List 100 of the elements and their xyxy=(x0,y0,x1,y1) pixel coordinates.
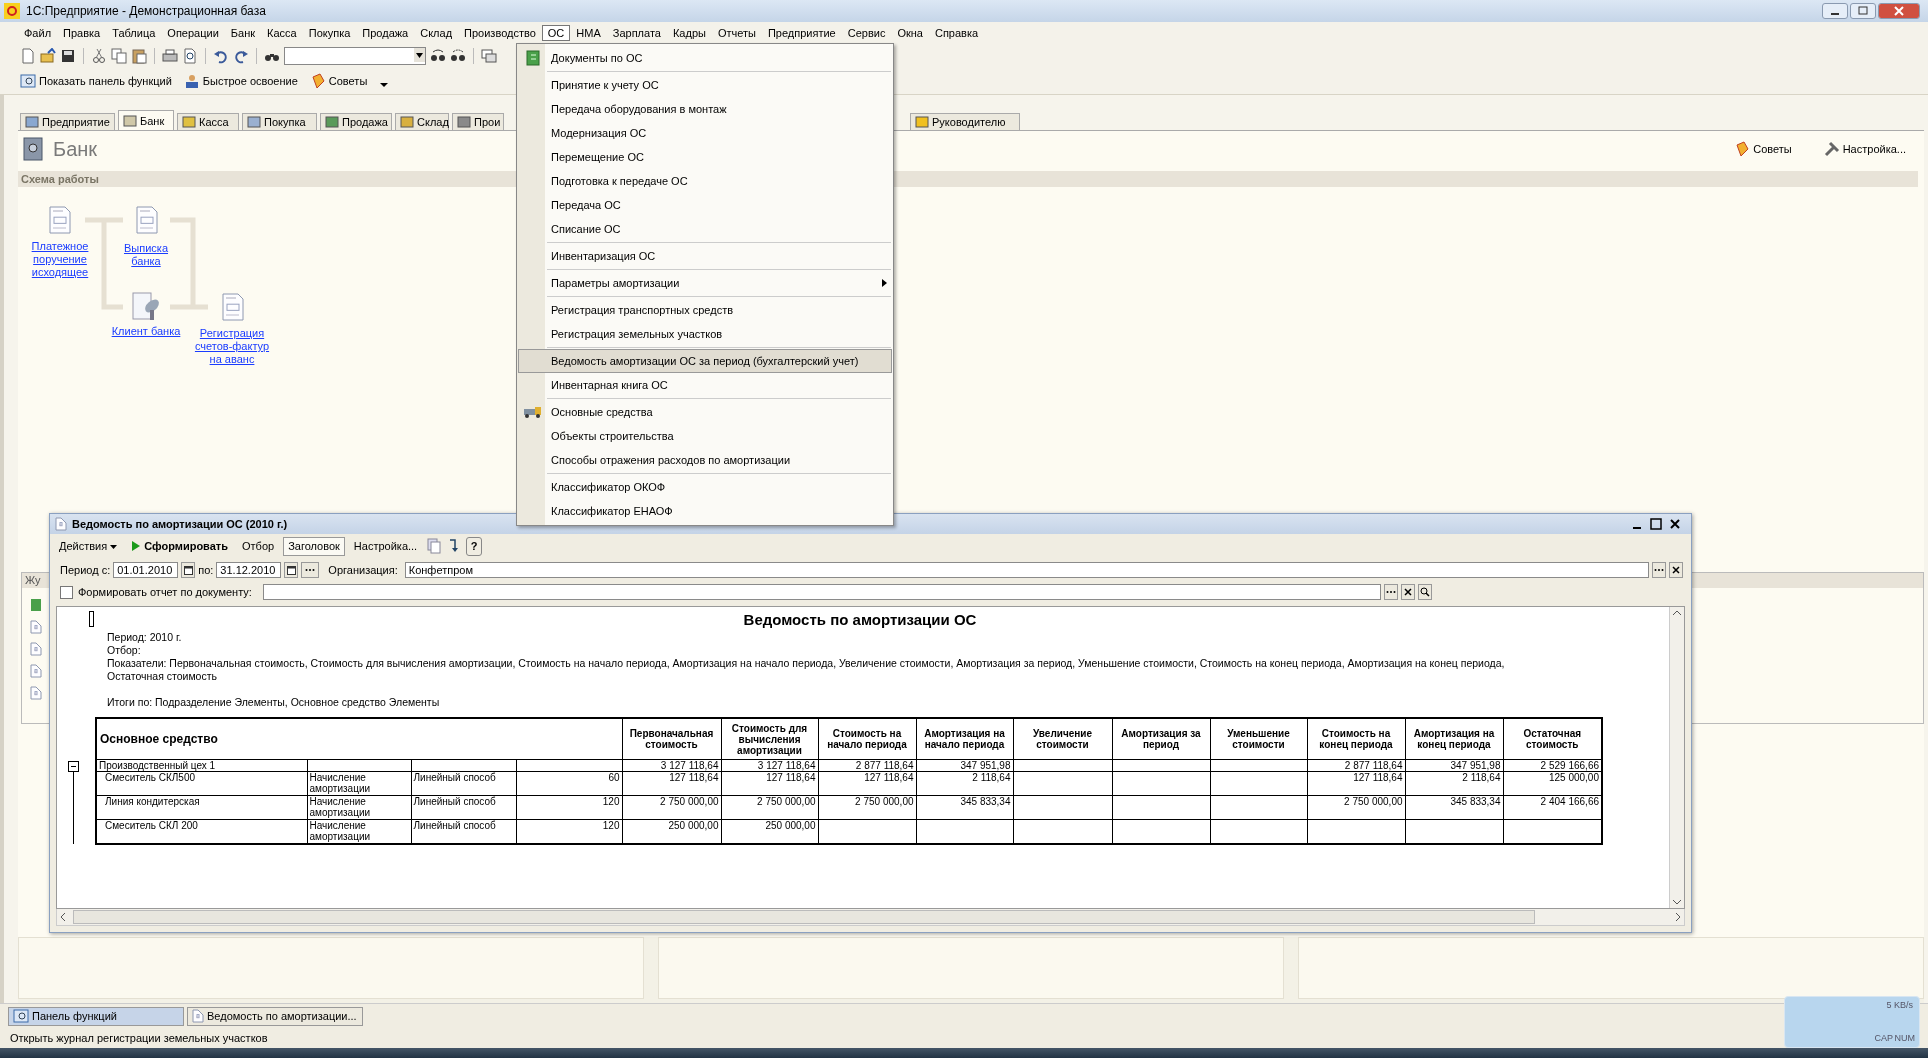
menu-item[interactable]: Передача оборудования в монтаж xyxy=(518,97,892,121)
menu-item[interactable]: Регистрация транспортных средств xyxy=(518,298,892,322)
menu-item[interactable]: Ведомость амортизации ОС за период (бухгалтерский учет) xyxy=(518,349,892,373)
redo-icon[interactable] xyxy=(233,48,249,64)
find-previous-icon[interactable] xyxy=(450,48,466,64)
tab[interactable]: Касса xyxy=(177,113,239,130)
ellipsis-icon[interactable] xyxy=(301,562,320,578)
tab[interactable]: Прои xyxy=(452,113,504,130)
scrollbar-thumb[interactable] xyxy=(73,910,1535,924)
date-field[interactable]: 01.01.2010 xyxy=(113,562,179,578)
collapse-icon[interactable] xyxy=(68,760,79,772)
menu-item[interactable]: Справка xyxy=(928,25,985,41)
maximize-icon[interactable] xyxy=(1649,517,1663,531)
tab[interactable]: Продажа xyxy=(320,113,392,130)
undo-icon[interactable] xyxy=(213,48,229,64)
paste-icon[interactable] xyxy=(131,48,147,64)
tips-icon[interactable] xyxy=(1734,141,1751,157)
menu-item[interactable]: Перемещение ОС xyxy=(518,145,892,169)
menu-item[interactable]: Инвентарная книга ОС xyxy=(518,373,892,397)
date-field[interactable]: 31.12.2010 xyxy=(216,562,282,578)
menu-item[interactable]: Окна xyxy=(891,25,929,41)
menu-item[interactable]: Отчеты xyxy=(711,25,762,41)
tab[interactable]: Склад xyxy=(395,113,449,130)
toolbar-button[interactable]: Заголовок xyxy=(283,536,345,556)
panel-icon[interactable] xyxy=(20,73,36,89)
window-tab[interactable]: Ведомость по амортизации... xyxy=(187,1006,363,1026)
action-link[interactable]: Советы xyxy=(1728,140,1798,158)
menu-item[interactable]: Классификатор ОКОФ xyxy=(518,475,892,499)
toolbar-button[interactable]: Показать панель функций xyxy=(20,73,172,89)
scheme-link[interactable]: Регистрация счетов-фактур на аванс xyxy=(192,327,272,366)
scheme-link[interactable]: Выписка банка xyxy=(116,242,176,268)
clear-icon[interactable] xyxy=(1668,562,1683,578)
toolbar-button[interactable]: ? xyxy=(466,536,483,556)
tips-icon[interactable] xyxy=(309,73,326,89)
document-icon[interactable] xyxy=(30,664,42,678)
search-icon[interactable] xyxy=(1417,584,1432,600)
save-icon[interactable] xyxy=(60,48,76,64)
toolbar-button[interactable]: Действия xyxy=(54,536,123,556)
toolbar-button[interactable]: Быстрое освоение xyxy=(183,73,298,89)
document-icon[interactable] xyxy=(30,686,42,700)
menu-item[interactable]: Передача ОС xyxy=(518,193,892,217)
ellipsis-icon[interactable] xyxy=(1383,584,1398,600)
clear-icon[interactable] xyxy=(1400,584,1415,600)
menu-item[interactable]: Кадры xyxy=(666,25,712,41)
menu-item[interactable]: Склад xyxy=(414,25,459,41)
menu-item[interactable]: Производство xyxy=(458,25,542,41)
scheme-link[interactable]: Платежное поручение исходящее xyxy=(25,240,95,279)
journal-icon[interactable] xyxy=(30,598,42,612)
checkbox[interactable] xyxy=(60,585,73,599)
toolbar-button[interactable]: Советы xyxy=(309,73,368,89)
menu-item[interactable]: Объекты строительства xyxy=(518,424,892,448)
menu-item[interactable]: Способы отражения расходов по амортизации xyxy=(518,448,892,472)
action-link[interactable]: Настройка... xyxy=(1817,140,1912,158)
menu-item[interactable]: ОС xyxy=(541,25,571,41)
close-icon[interactable] xyxy=(1668,517,1682,531)
tab[interactable]: Банк xyxy=(118,110,174,130)
tab[interactable]: Покупка xyxy=(242,113,317,130)
menu-item[interactable]: Модернизация ОС xyxy=(518,121,892,145)
scissors-icon[interactable] xyxy=(91,48,107,64)
scheme-link[interactable]: Клиент банка xyxy=(106,325,186,338)
document-icon[interactable] xyxy=(30,620,42,634)
preview-icon[interactable] xyxy=(182,48,198,64)
menu-item[interactable]: Классификатор ЕНАОФ xyxy=(518,499,892,523)
menu-item[interactable]: Регистрация земельных участков xyxy=(518,322,892,346)
menu-item[interactable]: Продажа xyxy=(356,25,415,41)
minimize-icon[interactable] xyxy=(1822,3,1848,19)
calendar-icon[interactable] xyxy=(181,562,196,578)
menu-item[interactable]: Операции xyxy=(161,25,225,41)
window-tab[interactable]: Панель функций xyxy=(8,1006,184,1026)
menu-item[interactable]: Банк xyxy=(224,25,262,41)
tab[interactable]: Руководителю xyxy=(910,113,1020,130)
printer-icon[interactable] xyxy=(162,48,178,64)
open-icon[interactable] xyxy=(40,48,56,64)
menu-item[interactable]: Таблица xyxy=(106,25,162,41)
copy-icon[interactable] xyxy=(111,48,127,64)
learning-icon[interactable] xyxy=(183,73,200,89)
calendar-icon[interactable] xyxy=(284,562,299,578)
menu-item[interactable]: Предприятие xyxy=(761,25,842,41)
menu-item[interactable]: НМА xyxy=(570,25,607,41)
panel-icon[interactable] xyxy=(13,1008,29,1024)
tab[interactable]: Предприятие xyxy=(20,113,115,130)
find-next-icon[interactable] xyxy=(430,48,446,64)
document-icon[interactable] xyxy=(30,642,42,656)
menu-item[interactable]: Документы по ОС xyxy=(518,46,892,70)
menu-item[interactable]: Правка xyxy=(57,25,107,41)
menu-item[interactable]: Зарплата xyxy=(606,25,667,41)
menu-item[interactable]: Покупка xyxy=(302,25,357,41)
menu-item[interactable]: Инвентаризация ОС xyxy=(518,244,892,268)
menu-item[interactable]: Файл xyxy=(18,25,58,41)
search-field[interactable] xyxy=(284,47,426,65)
ellipsis-icon[interactable] xyxy=(1651,562,1666,578)
menu-item[interactable]: Списание ОС xyxy=(518,217,892,241)
menu-item[interactable]: Касса xyxy=(261,25,303,41)
new-document-icon[interactable] xyxy=(20,48,36,64)
menu-item[interactable]: Параметры амортизации xyxy=(518,271,892,295)
menu-item[interactable]: Принятие к учету ОС xyxy=(518,73,892,97)
document-field[interactable] xyxy=(262,584,1381,600)
windows-icon[interactable] xyxy=(481,48,497,64)
toolbar-button[interactable]: Сформировать xyxy=(126,536,233,556)
toolbar-button[interactable]: Настройка... xyxy=(348,536,423,556)
